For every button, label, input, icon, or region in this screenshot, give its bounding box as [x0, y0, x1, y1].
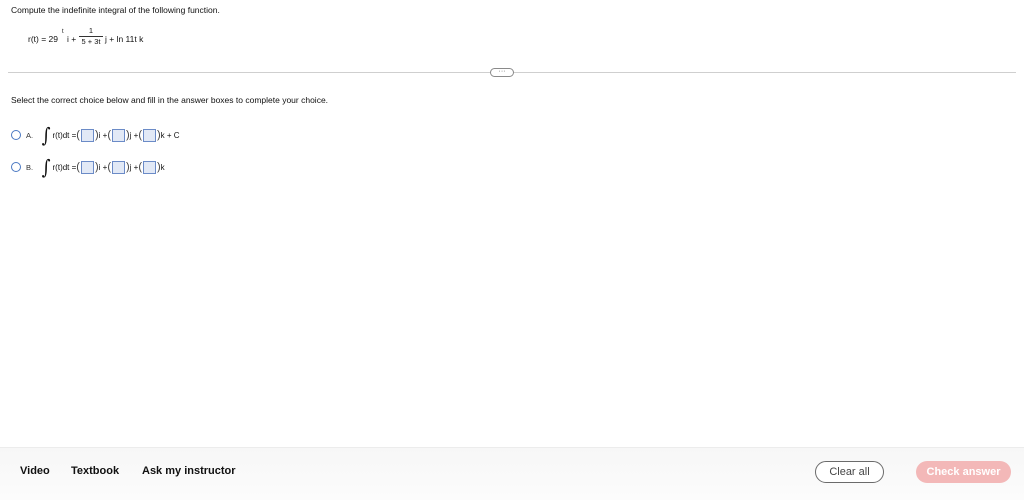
paren-open: ( [107, 161, 111, 173]
choice-b-i-box[interactable] [80, 160, 94, 174]
fraction-numerator: 1 [88, 26, 94, 35]
integral-icon: ∫ [41, 123, 51, 147]
choice-a-expression: r(t)dt = [52, 130, 77, 140]
clear-all-button[interactable]: Clear all [815, 461, 884, 483]
choice-b-k-box[interactable] [143, 160, 156, 174]
choice-a-i-box[interactable] [80, 128, 94, 142]
paren-open: ( [138, 161, 142, 173]
function-fraction: 1 5 + 3t [79, 26, 103, 47]
choice-a-k-unit: k + C [160, 130, 180, 140]
choice-a-radio[interactable] [11, 130, 21, 140]
choice-b-radio[interactable] [11, 162, 21, 172]
choice-a-k-box[interactable] [143, 128, 156, 142]
choice-b-k-unit: k [160, 162, 165, 172]
function-lhs: r(t) = 29 [28, 34, 58, 44]
choice-b[interactable]: B. ∫ r(t)dt = () i + () j + () k [11, 156, 165, 178]
choice-a-j-unit: j + [129, 130, 139, 140]
video-link[interactable]: Video [20, 465, 50, 477]
integral-icon: ∫ [41, 155, 51, 179]
choice-b-j-unit: j + [129, 162, 139, 172]
choice-b-expression: r(t)dt = [52, 162, 77, 172]
fraction-denominator: 5 + 3t [81, 37, 101, 46]
choice-b-label: B. [26, 162, 34, 172]
choice-a[interactable]: A. ∫ r(t)dt = () i + () j + () k + C [11, 124, 180, 146]
paren-open: ( [138, 129, 142, 141]
instruction-text: Select the correct choice below and fill… [11, 95, 329, 105]
textbook-link[interactable]: Textbook [71, 465, 119, 477]
choice-a-i-unit: i + [98, 130, 108, 140]
choice-b-i-unit: i + [98, 162, 108, 172]
choice-a-label: A. [26, 130, 34, 140]
choice-a-j-box[interactable] [111, 128, 125, 142]
paren-open: ( [107, 129, 111, 141]
function-rest: j + ln 11t k [105, 34, 144, 44]
paren-open: ( [76, 161, 80, 173]
paren-open: ( [76, 129, 80, 141]
check-answer-button[interactable]: Check answer [916, 461, 1011, 483]
more-options-button[interactable]: ··· [490, 68, 514, 77]
ask-instructor-link[interactable]: Ask my instructor [142, 465, 236, 477]
function-exponent: t [62, 29, 64, 35]
function-i-term: i + [67, 34, 77, 44]
question-prompt: Compute the indefinite integral of the f… [11, 5, 220, 15]
choice-b-j-box[interactable] [111, 160, 125, 174]
